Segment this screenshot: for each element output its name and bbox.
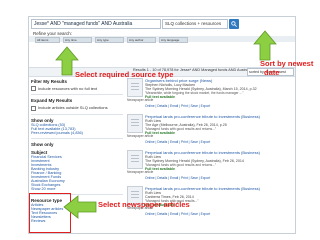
annotation-source-type: Select required source type xyxy=(75,70,174,79)
annotation-sort-line1: Sort by newest xyxy=(260,59,314,68)
annotation-sort-line2: date xyxy=(264,68,280,77)
annotation-newspaper: Select newspaper articles xyxy=(98,200,190,209)
arrow-left-icon xyxy=(63,195,97,219)
arrow-up-icon xyxy=(253,30,277,61)
